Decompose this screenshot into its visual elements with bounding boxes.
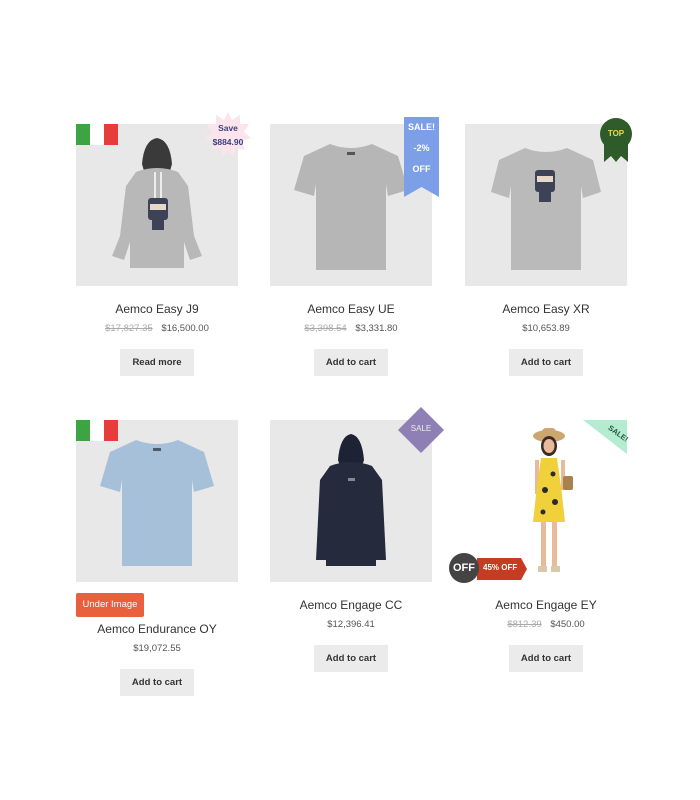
off-circle-badge: OFF [449,553,479,583]
flag-white [90,420,104,441]
product-card: Aemco Easy J9 $17,827.35 $16,500.00 Read… [76,124,238,379]
product-price: $17,827.35 $16,500.00 [56,323,258,334]
tshirt-blue-back-image [76,420,238,582]
italy-flag-badge [76,124,118,145]
add-to-cart-button[interactable]: Add to cart [509,349,583,376]
product-card: Aemco Endurance OY $19,072.55 Add to car… [76,420,238,700]
sale-diamond-label: SALE [410,424,432,433]
save-label: Save [218,123,238,133]
add-to-cart-button[interactable]: Add to cart [120,669,194,696]
current-price: $12,396.41 [327,619,375,630]
current-price: $3,331.80 [355,323,398,334]
product-card: Aemco Easy XR $10,653.89 Add to cart [465,124,627,379]
top-badge: TOP [598,118,634,162]
discount-tag-label: 45% OFF [483,563,518,572]
product-card: Aemco Engage EY $812.39 $450.00 Add to c… [465,420,627,675]
flag-red [104,124,118,145]
sale-corner-badge: SALE! [583,420,629,454]
save-badge: Save $884.90 [205,112,251,158]
add-to-cart-button[interactable]: Add to cart [314,349,388,376]
discount-tag-badge: 45% OFF [477,558,527,580]
product-card: Aemco Engage CC $12,396.41 Add to cart [270,420,432,675]
product-title[interactable]: Aemco Endurance OY [56,622,258,636]
under-image-badge: Under Image [76,593,144,617]
product-price: $19,072.55 [56,643,258,654]
product-title[interactable]: Aemco Engage CC [250,598,452,612]
flag-white [90,124,104,145]
product-title[interactable]: Aemco Easy J9 [56,302,258,316]
product-price: $12,396.41 [250,619,452,630]
old-price: $812.39 [507,619,542,630]
sale-diamond-badge: SALE [398,407,444,453]
current-price: $16,500.00 [161,323,209,334]
product-price: $812.39 $450.00 [445,619,647,630]
award-icon [600,118,632,162]
old-price: $3,398.54 [304,323,347,334]
product-grid: Aemco Easy J9 $17,827.35 $16,500.00 Read… [0,0,700,800]
read-more-button[interactable]: Read more [120,349,194,376]
sale-ribbon-line3: OFF [412,164,431,174]
current-price: $10,653.89 [522,323,570,334]
add-to-cart-button[interactable]: Add to cart [314,645,388,672]
flag-green [76,124,90,145]
sale-ribbon-line2: -2% [413,143,430,153]
flag-green [76,420,90,441]
add-to-cart-button[interactable]: Add to cart [509,645,583,672]
current-price: $450.00 [550,619,585,630]
product-title[interactable]: Aemco Easy UE [250,302,452,316]
sale-ribbon-line1: SALE! [408,122,435,132]
current-price: $19,072.55 [133,643,181,654]
sale-ribbon-badge: SALE! -2% OFF [404,117,439,197]
product-title[interactable]: Aemco Engage EY [445,598,647,612]
flag-red [104,420,118,441]
product-price: $3,398.54 $3,331.80 [250,323,452,334]
save-amount: $884.90 [212,137,244,147]
old-price: $17,827.35 [105,323,153,334]
top-label: TOP [607,129,625,138]
product-title[interactable]: Aemco Easy XR [445,302,647,316]
italy-flag-badge [76,420,118,441]
product-image[interactable] [76,420,238,582]
product-price: $10,653.89 [445,323,647,334]
